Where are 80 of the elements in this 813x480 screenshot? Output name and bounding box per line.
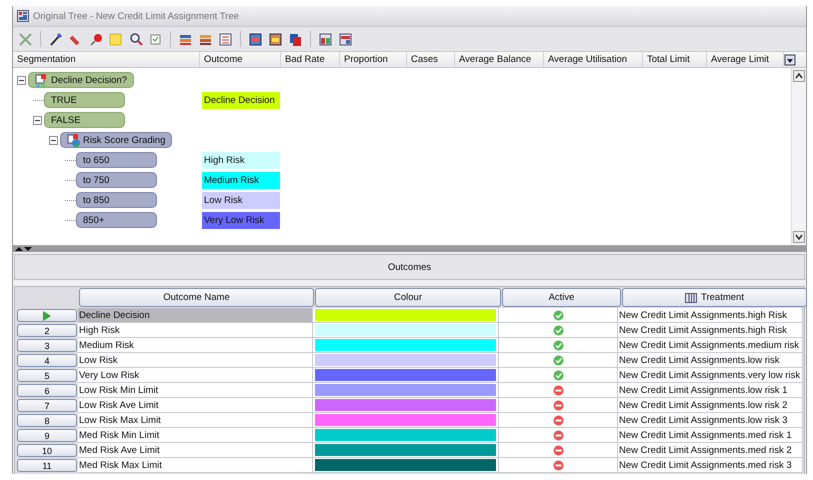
- table-cell: Low Risk Max Limit: [78, 413, 313, 428]
- table-cell: Decline Decision: [78, 308, 313, 323]
- row-header[interactable]: 9: [17, 429, 77, 442]
- table-cell: Low Risk Min Limit: [78, 383, 313, 398]
- panel-title: Outcomes: [14, 254, 805, 280]
- row-header[interactable]: 2: [17, 324, 77, 337]
- row-header[interactable]: 8: [17, 414, 77, 427]
- table-cell: New Credit Limit Assignments.medium risk: [618, 338, 803, 353]
- table-cell: New Credit Limit Assignments.low risk 1: [618, 383, 803, 398]
- outcome-label: Very Low Risk: [202, 212, 280, 228]
- row-header[interactable]: 7: [17, 399, 77, 412]
- tree-node[interactable]: to 650: [76, 152, 157, 168]
- column-header[interactable]: Treatment: [622, 288, 807, 307]
- tree-node[interactable]: 850+: [76, 212, 157, 228]
- table-cell: New Credit Limit Assignments.med risk 1: [618, 428, 803, 443]
- row-header[interactable]: 11: [17, 459, 77, 472]
- table-icon[interactable]: [268, 32, 283, 46]
- outcome-label: High Risk: [202, 152, 280, 168]
- window-icon: [17, 10, 29, 22]
- table-cell: New Credit Limit Assignments.high Risk: [618, 308, 803, 323]
- column-header[interactable]: Colour: [315, 288, 501, 307]
- pin-icon[interactable]: [88, 32, 103, 46]
- table-cell: Med Risk Ave Limit: [78, 443, 313, 458]
- table-cell: New Credit Limit Assignments.very low risk: [618, 368, 803, 383]
- node-icon: [35, 74, 48, 86]
- list-icon[interactable]: [218, 32, 233, 46]
- columns-icon: [685, 292, 698, 302]
- tree-node[interactable]: to 850: [76, 192, 157, 208]
- column-header[interactable]: Bad Rate: [281, 52, 340, 67]
- collapse-icon[interactable]: [17, 76, 26, 84]
- row-header[interactable]: 5: [17, 369, 77, 382]
- outcome-label: Decline Decision: [202, 92, 280, 108]
- table-icon[interactable]: [248, 32, 263, 46]
- splitter-arrows-icon[interactable]: [15, 246, 32, 252]
- tree-node[interactable]: Decline Decision?: [28, 72, 134, 88]
- tree-node[interactable]: Risk Score Grading: [60, 132, 172, 148]
- table-cell: Very Low Risk: [78, 368, 313, 383]
- column-header[interactable]: Outcome: [200, 52, 281, 67]
- table-cell: Med Risk Max Limit: [78, 458, 313, 473]
- table-cell: Med Risk Min Limit: [78, 428, 313, 443]
- table-cell: New Credit Limit Assignments.high Risk: [618, 323, 803, 338]
- column-header[interactable]: Active: [502, 288, 621, 307]
- layers-icon[interactable]: [288, 32, 303, 46]
- brush-icon[interactable]: [48, 32, 63, 46]
- column-menu-icon: [784, 54, 796, 66]
- row-header[interactable]: 4: [17, 354, 77, 367]
- tree-node[interactable]: to 750: [76, 172, 157, 188]
- tree-node[interactable]: TRUE: [44, 92, 125, 108]
- table-cell: New Credit Limit Assignments.low risk 2: [618, 398, 803, 413]
- table-cell: Low Risk: [78, 353, 313, 368]
- current-row-icon: [42, 310, 52, 320]
- table-cell: New Credit Limit Assignments.med risk 3: [618, 458, 803, 473]
- grid-icon[interactable]: [318, 32, 333, 46]
- table-cell: New Credit Limit Assignments.med risk 2: [618, 443, 803, 458]
- window-title: Original Tree - New Credit Limit Assignment Tree: [33, 10, 239, 22]
- table-cell: Low Risk Ave Limit: [78, 398, 313, 413]
- node-icon: [67, 134, 80, 146]
- column-header[interactable]: Total Limit: [643, 52, 707, 67]
- table-cell: New Credit Limit Assignments.low risk 3: [618, 413, 803, 428]
- outcome-label: Low Risk: [202, 192, 280, 208]
- column-header[interactable]: Outcome Name: [79, 288, 314, 307]
- search-icon[interactable]: [128, 32, 143, 46]
- tree-node[interactable]: FALSE: [44, 112, 125, 128]
- table-cell: New Credit Limit Assignments.low risk: [618, 353, 803, 368]
- outcome-label: Medium Risk: [202, 172, 280, 188]
- column-header[interactable]: Segmentation: [13, 52, 200, 67]
- column-header[interactable]: Proportion: [340, 52, 407, 67]
- row-header[interactable]: 3: [17, 339, 77, 352]
- column-header[interactable]: Cases: [407, 52, 455, 67]
- table-cell: High Risk: [78, 323, 313, 338]
- row-header[interactable]: [17, 309, 77, 322]
- column-header[interactable]: Average Utilisation: [544, 52, 643, 67]
- row-header[interactable]: 10: [17, 444, 77, 457]
- collapse-icon[interactable]: [33, 116, 42, 124]
- checkbox-icon[interactable]: [148, 32, 163, 46]
- collapse-icon[interactable]: [49, 136, 58, 144]
- column-header[interactable]: Average Balance: [455, 52, 544, 67]
- row-header[interactable]: 6: [17, 384, 77, 397]
- table-cell: Medium Risk: [78, 338, 313, 353]
- grid-icon[interactable]: [338, 32, 353, 46]
